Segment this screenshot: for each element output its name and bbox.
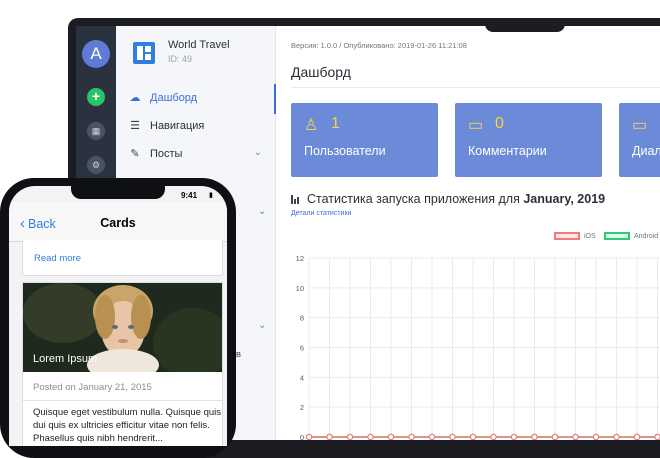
avatar[interactable]: A xyxy=(82,40,110,68)
navigation-icon: ☰ xyxy=(130,120,140,132)
stat-card-comments[interactable]: ▭ 0 Комментарии xyxy=(455,103,602,177)
comment-icon: ▭ xyxy=(468,117,484,134)
data-point-ios xyxy=(469,433,477,440)
sidebar-item-navigation[interactable]: ☰ Навигация xyxy=(128,118,268,136)
data-point-ios xyxy=(346,433,354,440)
y-tick-label: 8 xyxy=(300,314,304,323)
data-point-ios xyxy=(428,433,436,440)
stat-value: 0 xyxy=(495,115,504,132)
ios-swatch xyxy=(554,232,580,240)
card-body-text: Quisque eget vestibulum nulla. Quisque q… xyxy=(33,407,222,444)
data-point-ios xyxy=(633,433,641,440)
chevron-down-icon[interactable]: ⌄ xyxy=(258,320,266,331)
add-icon[interactable]: + xyxy=(87,88,105,106)
back-button[interactable]: ‹ Back xyxy=(20,215,56,232)
y-tick-label: 10 xyxy=(296,284,304,293)
y-tick-label: 6 xyxy=(300,344,304,353)
app-name: World Travel xyxy=(168,39,230,51)
sidebar-item-label: Дашборд xyxy=(150,92,198,104)
data-point-ios xyxy=(449,433,456,440)
legend-item-ios[interactable]: iOS xyxy=(554,232,596,240)
post-date: Posted on January 21, 2015 xyxy=(33,382,152,393)
read-more-link[interactable]: Read more xyxy=(34,253,81,264)
chevron-left-icon: ‹ xyxy=(20,215,25,232)
chevron-down-icon[interactable]: ⌄ xyxy=(258,206,266,217)
sidebar-item-label: Навигация xyxy=(150,120,205,132)
app-logo-icon xyxy=(133,42,155,64)
grid-icon[interactable]: ▦ xyxy=(87,122,105,140)
stat-label: Пользователи xyxy=(304,144,386,158)
sidebar-item-dashboard[interactable]: ☁ Дашборд xyxy=(128,90,268,108)
data-point-ios xyxy=(387,433,395,440)
card: Lorem Ipsum Posted on January 21, 2015 Q… xyxy=(22,282,223,446)
card-photo: Lorem Ipsum xyxy=(23,283,222,372)
battery-icon: ▮ xyxy=(209,192,213,199)
stats-details-link[interactable]: Детали статистики xyxy=(291,210,351,217)
chevron-down-icon: ⌄ xyxy=(253,147,262,158)
data-point-ios xyxy=(613,433,620,440)
data-point-ios xyxy=(305,433,313,440)
y-tick-label: 12 xyxy=(296,254,304,263)
phone-navbar: Cards ‹ Back xyxy=(9,202,227,242)
legend-item-android[interactable]: Android xyxy=(604,232,658,240)
page-title: Дашборд xyxy=(291,64,351,80)
y-tick-label: 0 xyxy=(300,433,304,440)
pin-icon: ✎ xyxy=(130,148,140,160)
android-swatch xyxy=(604,232,630,240)
user-icon: ♙ xyxy=(304,117,319,134)
data-point-ios xyxy=(551,433,559,440)
gear-icon[interactable]: ⚙ xyxy=(87,156,105,174)
data-point-ios xyxy=(408,433,415,440)
data-point-ios xyxy=(654,433,660,440)
status-time: 9:41 xyxy=(181,191,198,200)
data-point-ios xyxy=(572,433,579,440)
y-tick-label: 4 xyxy=(300,373,304,382)
data-point-ios xyxy=(326,433,333,440)
cut-label: B xyxy=(236,350,242,359)
launch-stats-chart: 0246810120102030405060708091011121314151… xyxy=(296,254,660,440)
stat-value: 1 xyxy=(331,115,340,132)
dialog-icon: ▭ xyxy=(632,117,648,134)
stat-label: Диал xyxy=(632,144,660,158)
data-point-ios xyxy=(531,433,538,440)
divider xyxy=(23,400,222,401)
data-point-ios xyxy=(592,433,600,440)
sidebar-item-posts[interactable]: ✎ Посты ⌄ xyxy=(128,146,268,164)
laptop-camera-notch xyxy=(485,18,565,32)
app-id: ID: 49 xyxy=(168,54,193,64)
stat-card-users[interactable]: ♙ 1 Пользователи xyxy=(291,103,438,177)
divider xyxy=(291,87,660,88)
phone-screen: 9:41 ▮ Cards ‹ Back Read more Lorem Ipsum xyxy=(9,186,227,446)
main-content: Версия: 1.0.0 / Опубликовано: 2019-01-26… xyxy=(276,26,660,440)
y-tick-label: 2 xyxy=(300,403,304,412)
dashboard-icon: ☁ xyxy=(129,92,141,104)
data-point-ios xyxy=(510,433,518,440)
photo-caption: Lorem Ipsum xyxy=(33,353,98,365)
stat-label: Комментарии xyxy=(468,144,547,158)
version-text: Версия: 1.0.0 / Опубликовано: 2019-01-26… xyxy=(291,41,467,50)
stat-card-dialogs[interactable]: ▭ Диал xyxy=(619,103,660,177)
card: Read more xyxy=(22,240,223,276)
sidebar-item-label: Посты xyxy=(150,148,183,160)
data-point-ios xyxy=(490,433,497,440)
bar-chart-icon xyxy=(291,194,302,204)
phone-notch xyxy=(71,186,165,199)
data-point-ios xyxy=(367,433,374,440)
stats-title: Статистика запуска приложения для Januar… xyxy=(307,192,606,206)
